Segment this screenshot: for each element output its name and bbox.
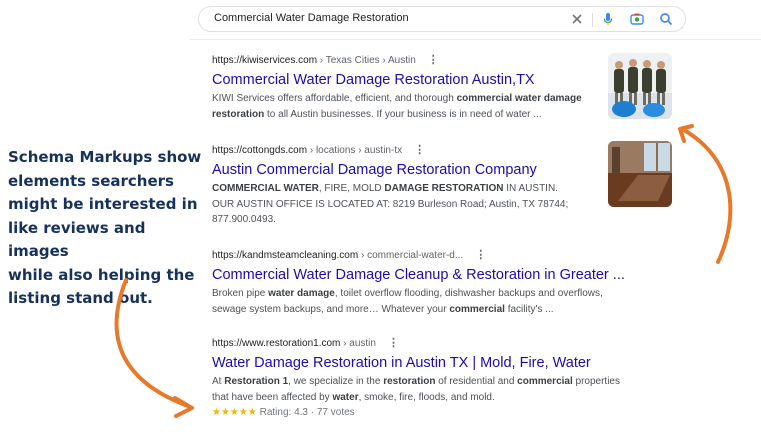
snippet-text: facility's ... xyxy=(504,303,554,315)
snippet-text: , we specialize in the xyxy=(288,376,384,387)
snippet-highlight: restoration xyxy=(383,376,436,387)
search-result: https://kiwiservices.com › Texas Cities … xyxy=(212,54,582,122)
result-snippet: COMMERCIAL WATER, FIRE, MOLD DAMAGE REST… xyxy=(212,181,582,228)
rating-votes: 77 votes xyxy=(316,407,355,418)
snippet-text: , smoke, fire, floods, and mold. xyxy=(358,391,495,403)
search-result: https://cottongds.com › locations › aust… xyxy=(212,144,582,228)
url-domain[interactable]: https://kiwiservices.com xyxy=(212,55,317,66)
result-title[interactable]: Water Damage Restoration in Austin TX | … xyxy=(212,354,632,372)
url-domain[interactable]: https://www.restoration1.com xyxy=(212,338,340,349)
search-bar[interactable]: Commercial Water Damage Restoration xyxy=(198,6,686,32)
search-input[interactable]: Commercial Water Damage Restoration xyxy=(214,12,409,24)
snippet-text: of residential and xyxy=(435,376,518,387)
snippet-highlight: COMMERCIAL WATER xyxy=(212,183,319,194)
rating-separator: · xyxy=(307,407,317,418)
search-icon[interactable] xyxy=(658,11,674,27)
result-url[interactable]: https://kandmsteamcleaning.com › commerc… xyxy=(212,249,632,262)
snippet-text: At xyxy=(212,376,225,387)
url-domain[interactable]: https://cottongds.com xyxy=(212,145,307,156)
annotation-line: might be interested in xyxy=(8,195,198,213)
result-thumbnail-floor-image[interactable] xyxy=(608,141,672,207)
snippet-text: , FIRE, MOLD xyxy=(318,183,385,194)
rating-stars: ★★★★★ xyxy=(212,407,257,418)
annotation-line: like reviews and images xyxy=(8,218,146,261)
result-url[interactable]: https://kiwiservices.com › Texas Cities … xyxy=(212,54,582,67)
arrow-to-thumbnail-head xyxy=(678,124,694,143)
annotation-line: listing stand out. xyxy=(8,289,153,307)
url-breadcrumb: › commercial-water-d... xyxy=(358,250,464,261)
result-title[interactable]: Commercial Water Damage Restoration Aust… xyxy=(212,71,582,89)
annotation-line: elements searchers xyxy=(8,171,174,190)
more-options-icon[interactable]: ⋮ xyxy=(475,249,486,262)
snippet-highlight: commercial xyxy=(517,376,573,387)
result-thumbnail-team-image[interactable] xyxy=(608,53,672,119)
more-options-icon[interactable]: ⋮ xyxy=(428,54,439,67)
close-icon[interactable] xyxy=(569,11,585,27)
snippet-highlight: commercial xyxy=(449,303,505,315)
snippet-highlight: water damage xyxy=(268,288,335,299)
result-title[interactable]: Commercial Water Damage Cleanup & Restor… xyxy=(212,266,632,284)
snippet-text: Broken pipe xyxy=(212,288,269,299)
snippet-text: to all Austin businesses. If your busine… xyxy=(264,108,542,120)
url-breadcrumb: › locations › austin-tx xyxy=(307,145,403,156)
snippet-highlight: Restoration 1 xyxy=(224,376,289,387)
camera-icon[interactable] xyxy=(629,11,645,27)
more-options-icon[interactable]: ⋮ xyxy=(414,144,425,157)
snippet-text: KIWI Services offers affordable, efficie… xyxy=(212,93,457,104)
result-url[interactable]: https://cottongds.com › locations › aust… xyxy=(212,144,582,157)
rating-label: Rating: 4.3 xyxy=(259,407,308,418)
result-snippet: KIWI Services offers affordable, efficie… xyxy=(212,91,582,122)
arrow-to-thumbnail xyxy=(682,128,733,264)
search-divider xyxy=(592,13,593,27)
annotation-line: while also helping the xyxy=(8,265,195,284)
result-title[interactable]: Austin Commercial Damage Restoration Com… xyxy=(212,161,582,179)
annotation-text: Schema Markups show elements searchers m… xyxy=(8,146,208,311)
result-snippet: At Restoration 1, we specialize in the r… xyxy=(212,374,632,405)
rating-row: ★★★★★ Rating: 4.3 · 77 votes xyxy=(212,406,632,419)
url-breadcrumb: › Texas Cities › Austin xyxy=(317,55,416,66)
annotation-line: Schema Markups show xyxy=(8,148,202,166)
search-result: https://kandmsteamcleaning.com › commerc… xyxy=(212,249,632,317)
result-url[interactable]: https://www.restoration1.com › austin ⋮ xyxy=(212,337,632,350)
snippet-highlight: DAMAGE RESTORATION xyxy=(384,183,504,194)
search-result: https://www.restoration1.com › austin ⋮ W… xyxy=(212,337,632,419)
mic-icon[interactable] xyxy=(600,11,616,27)
url-breadcrumb: › austin xyxy=(340,338,376,349)
result-snippet: Broken pipe water damage, toilet overflo… xyxy=(212,286,632,317)
snippet-highlight: water xyxy=(332,391,359,403)
url-domain[interactable]: https://kandmsteamcleaning.com xyxy=(212,250,358,261)
arrow-to-rating-head xyxy=(173,396,194,418)
header-divider xyxy=(190,39,761,40)
more-options-icon[interactable]: ⋮ xyxy=(388,337,399,350)
